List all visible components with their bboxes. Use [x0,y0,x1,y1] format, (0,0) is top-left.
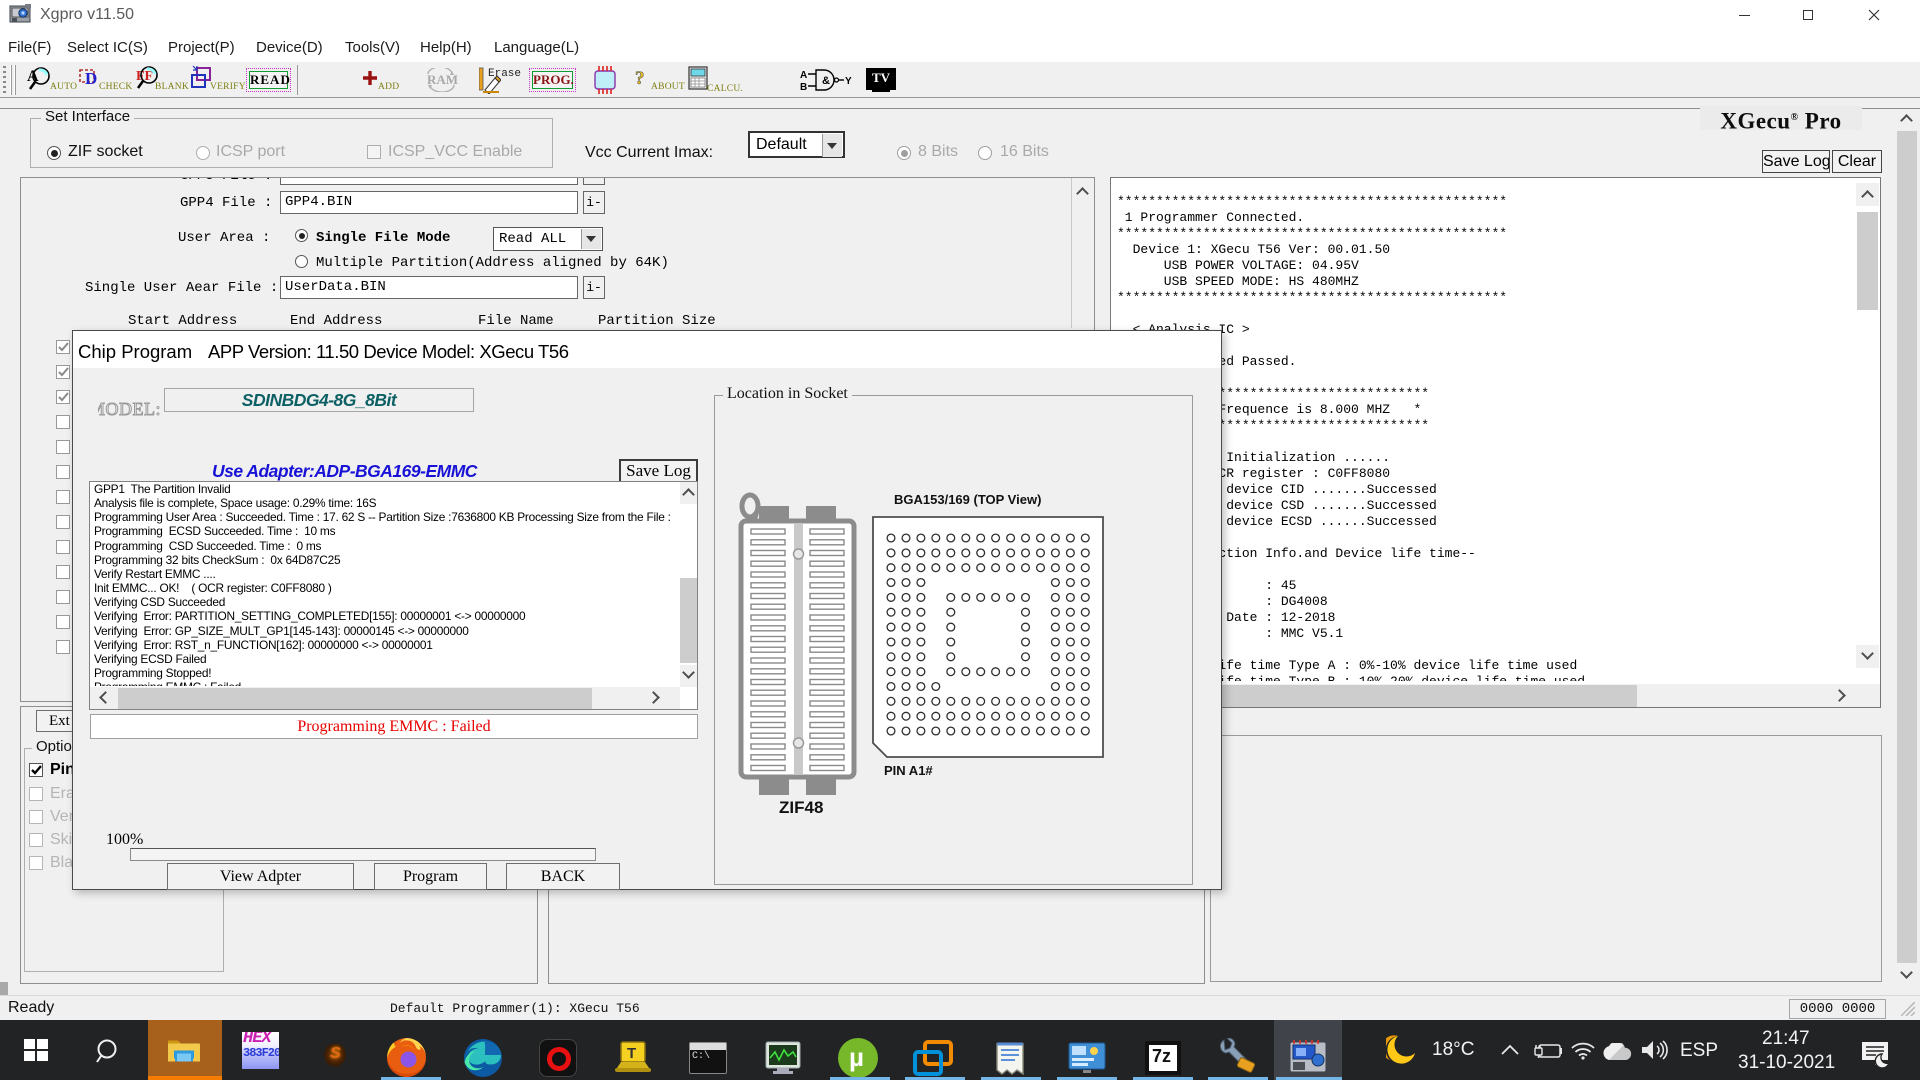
svg-text:B: B [800,82,807,92]
svg-text:?: ? [635,68,645,89]
svg-text:T: T [627,1045,636,1062]
svg-text:D: D [85,69,97,88]
svg-text:&: & [822,75,830,87]
svg-text:Y: Y [845,76,852,87]
svg-text:A: A [800,70,807,81]
